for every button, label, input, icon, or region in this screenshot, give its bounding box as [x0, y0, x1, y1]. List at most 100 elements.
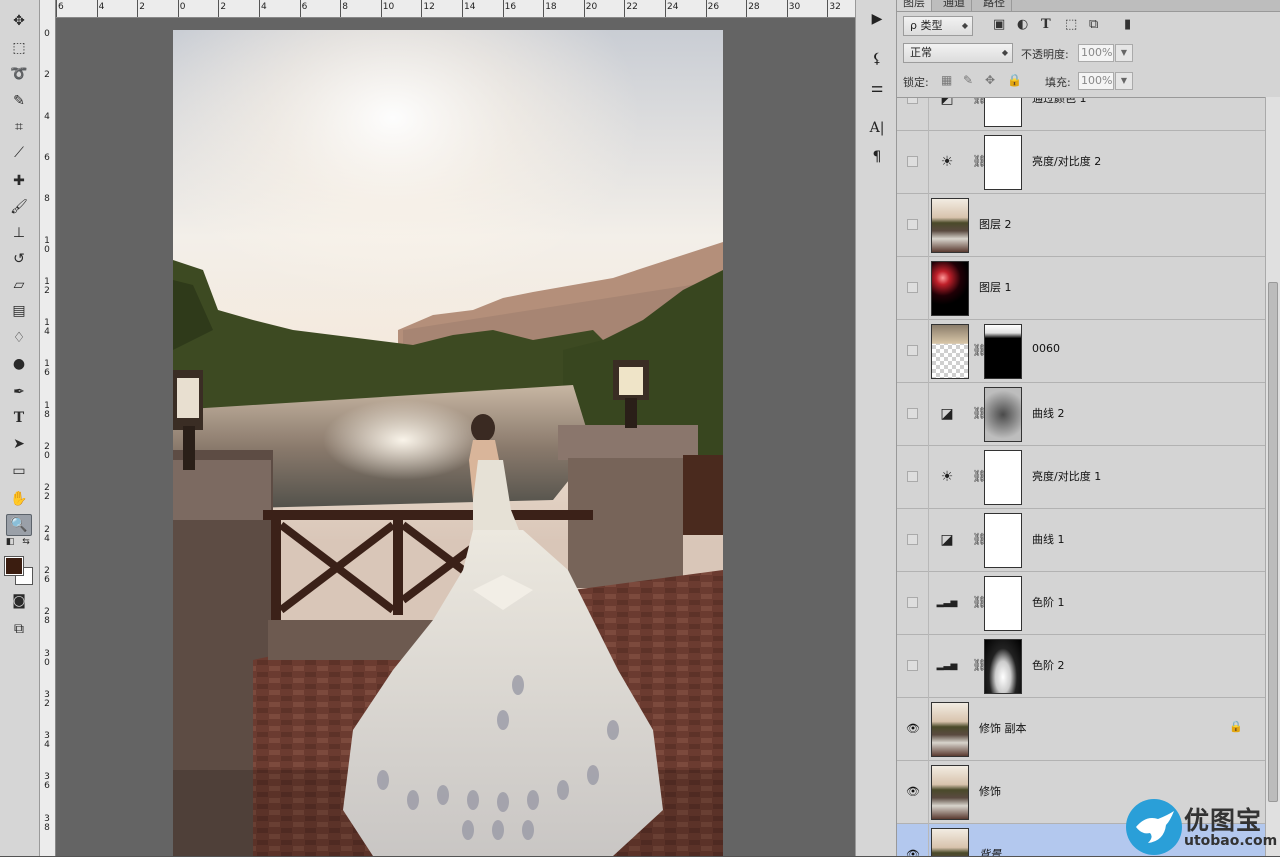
gradient-tool-icon[interactable]: ▤: [6, 300, 32, 322]
visibility-toggle[interactable]: [907, 597, 918, 608]
filter-pixel-icon[interactable]: ▣: [993, 17, 1005, 32]
visibility-toggle[interactable]: [907, 219, 918, 230]
curves-adjustment-icon[interactable]: ◪: [937, 404, 957, 424]
eye-icon[interactable]: 👁: [906, 722, 920, 735]
eye-icon[interactable]: 👁: [906, 848, 920, 856]
type-tool-icon[interactable]: T: [6, 407, 32, 429]
screen-mode-icon[interactable]: ⧉: [6, 618, 32, 640]
layer-name[interactable]: 图层 1: [979, 279, 1012, 295]
tool-presets-icon[interactable]: ⚌: [864, 77, 890, 99]
layer-name[interactable]: 图层 2: [979, 216, 1012, 232]
pen-tool-icon[interactable]: ✒: [6, 381, 32, 403]
layer-name[interactable]: 亮度/对比度 1: [1032, 468, 1101, 484]
dodge-tool-icon[interactable]: ●: [6, 353, 32, 375]
layer-mask-thumbnail[interactable]: [984, 513, 1022, 568]
visibility-toggle[interactable]: [907, 471, 918, 482]
layer-thumbnail[interactable]: [931, 261, 969, 316]
lock-image-icon[interactable]: ✎: [963, 73, 973, 87]
layer-row[interactable]: ☀ ⛓ 亮度/对比度 2: [897, 131, 1265, 194]
crop-tool-icon[interactable]: ⌗: [6, 116, 32, 138]
layer-row[interactable]: ◪ ⛓ 曲线 2: [897, 383, 1265, 446]
move-tool-icon[interactable]: ✥: [6, 10, 32, 32]
layer-thumbnail[interactable]: [931, 702, 969, 757]
eraser-tool-icon[interactable]: ▱: [6, 274, 32, 296]
blend-mode-dropdown[interactable]: 正常 ◆: [903, 43, 1013, 63]
fill-slider-button[interactable]: ▼: [1115, 72, 1133, 90]
layer-thumbnail[interactable]: [931, 828, 969, 856]
visibility-toggle[interactable]: [907, 660, 918, 671]
quick-select-tool-icon[interactable]: ✎: [6, 90, 32, 112]
default-colors-icon[interactable]: ◧: [2, 536, 18, 548]
opacity-slider-button[interactable]: ▼: [1115, 44, 1133, 62]
tab-layers[interactable]: 图层: [897, 0, 932, 11]
hand-tool-icon[interactable]: ✋: [6, 488, 32, 510]
play-action-icon[interactable]: ▶: [864, 8, 890, 30]
layer-name[interactable]: 亮度/对比度 2: [1032, 153, 1101, 169]
marquee-tool-icon[interactable]: ⬚: [6, 37, 32, 59]
tab-paths[interactable]: 路径: [977, 0, 1012, 11]
layer-name[interactable]: 色阶 2: [1032, 657, 1065, 673]
layer-name[interactable]: 修饰: [979, 783, 1001, 799]
history-brush-tool-icon[interactable]: ↺: [6, 248, 32, 270]
sun-adjustment-icon[interactable]: ☀: [937, 467, 957, 487]
layer-row[interactable]: 👁 修饰 副本 🔒: [897, 698, 1265, 761]
layer-name[interactable]: 背景: [979, 846, 1001, 856]
layer-thumbnail[interactable]: [931, 198, 969, 253]
eyedropper-tool-icon[interactable]: ⟋: [6, 142, 32, 164]
visibility-toggle[interactable]: [907, 98, 918, 104]
lock-all-icon[interactable]: 🔒: [1007, 73, 1022, 87]
path-select-tool-icon[interactable]: ➤: [6, 433, 32, 455]
lasso-tool-icon[interactable]: ➰: [6, 63, 32, 85]
zoom-tool-icon[interactable]: 🔍: [6, 514, 32, 536]
brush-presets-icon[interactable]: ⚸: [864, 48, 890, 70]
brush-tool-icon[interactable]: 🖌: [6, 196, 32, 218]
layer-row[interactable]: 图层 2: [897, 194, 1265, 257]
lock-position-icon[interactable]: ✥: [985, 73, 995, 87]
levels-adjustment-icon[interactable]: ▂▃▅: [937, 593, 958, 613]
layer-mask-thumbnail[interactable]: [984, 450, 1022, 505]
swap-colors-icon[interactable]: ⇆: [18, 536, 34, 548]
levels-adjustment-icon[interactable]: ▂▃▅: [937, 656, 958, 676]
layer-mask-thumbnail[interactable]: [984, 639, 1022, 694]
filter-kind-dropdown[interactable]: ρ 类型 ◆: [903, 16, 973, 36]
layer-row[interactable]: ☀ ⛓ 亮度/对比度 1: [897, 446, 1265, 509]
layer-mask-thumbnail[interactable]: [984, 98, 1022, 127]
visibility-toggle[interactable]: [907, 345, 918, 356]
layer-name[interactable]: 曲线 1: [1032, 531, 1065, 547]
filter-type-icon[interactable]: T: [1041, 17, 1051, 32]
layer-name[interactable]: 色阶 1: [1032, 594, 1065, 610]
layer-mask-thumbnail[interactable]: [984, 324, 1022, 379]
fill-input[interactable]: 100%: [1078, 72, 1114, 90]
layer-mask-thumbnail[interactable]: [984, 135, 1022, 190]
layer-row[interactable]: 图层 1: [897, 257, 1265, 320]
visibility-toggle[interactable]: [907, 408, 918, 419]
layer-thumbnail[interactable]: [931, 765, 969, 820]
layer-row[interactable]: ◩ ⛓ 通过颜色 1: [897, 98, 1265, 131]
shape-tool-icon[interactable]: ▭: [6, 460, 32, 482]
sun-adjustment-icon[interactable]: ☀: [937, 152, 957, 172]
selective-adjustment-icon[interactable]: ◩: [937, 98, 957, 109]
layer-mask-thumbnail[interactable]: [984, 387, 1022, 442]
curves-adjustment-icon[interactable]: ◪: [937, 530, 957, 550]
layer-name[interactable]: 通过颜色 1: [1032, 98, 1087, 106]
visibility-toggle[interactable]: [907, 534, 918, 545]
layer-row[interactable]: ▂▃▅ ⛓ 色阶 1: [897, 572, 1265, 635]
character-panel-icon[interactable]: A|: [864, 117, 890, 139]
layer-mask-thumbnail[interactable]: [984, 576, 1022, 631]
visibility-toggle[interactable]: [907, 282, 918, 293]
lock-transparent-icon[interactable]: ▦: [941, 73, 952, 87]
stamp-tool-icon[interactable]: ⊥: [6, 222, 32, 244]
filter-adjustment-icon[interactable]: ◐: [1017, 17, 1028, 32]
visibility-toggle[interactable]: [907, 156, 918, 167]
layer-name[interactable]: 0060: [1032, 342, 1060, 355]
layer-row[interactable]: ▂▃▅ ⛓ 色阶 2: [897, 635, 1265, 698]
foreground-color-swatch[interactable]: [4, 556, 24, 576]
opacity-input[interactable]: 100%: [1078, 44, 1114, 62]
healing-tool-icon[interactable]: ✚: [6, 170, 32, 192]
layer-row[interactable]: ◪ ⛓ 曲线 1: [897, 509, 1265, 572]
tab-channels[interactable]: 通道: [937, 0, 972, 11]
layer-name[interactable]: 修饰 副本: [979, 720, 1027, 736]
filter-smart-object-icon[interactable]: ⧉: [1089, 17, 1098, 32]
layer-thumbnail[interactable]: [931, 324, 969, 379]
filter-shape-icon[interactable]: ⬚: [1065, 17, 1077, 32]
